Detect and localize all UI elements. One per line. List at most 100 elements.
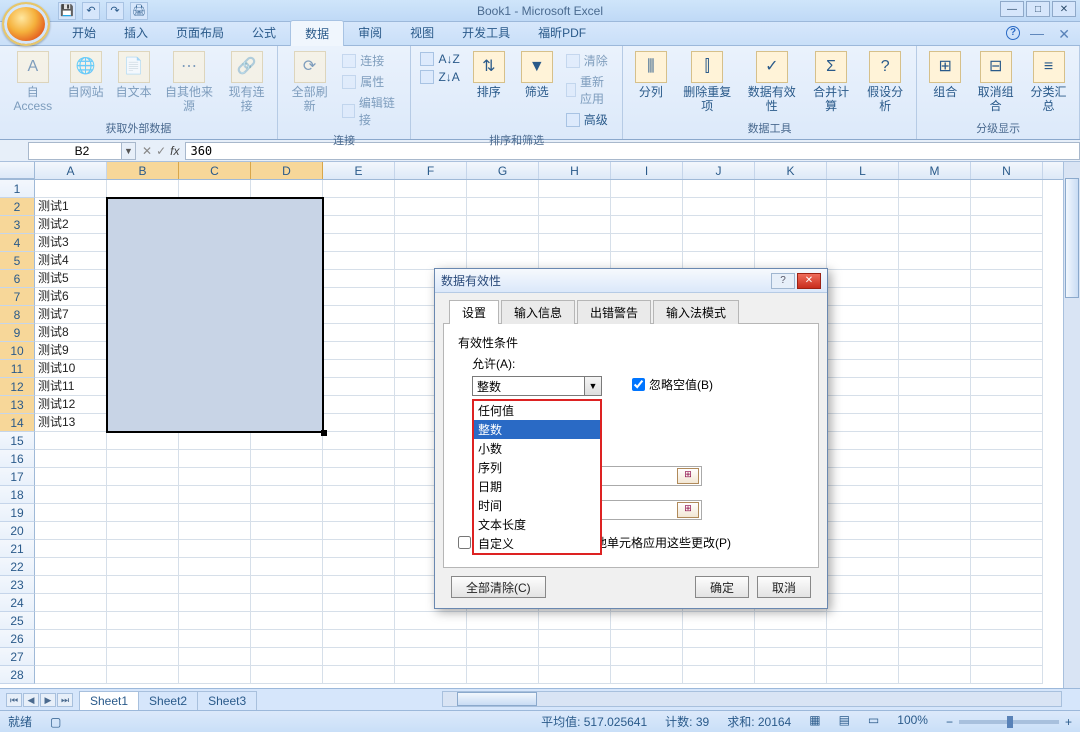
properties-button[interactable]: 属性 (339, 72, 404, 91)
combo-dropdown-icon[interactable]: ▼ (584, 377, 601, 395)
cell[interactable] (323, 486, 395, 504)
cell[interactable] (35, 468, 107, 486)
col-header[interactable]: L (827, 162, 899, 179)
cell[interactable] (611, 198, 683, 216)
cell[interactable] (323, 270, 395, 288)
cell[interactable] (683, 648, 755, 666)
cell[interactable] (755, 630, 827, 648)
row-header[interactable]: 16 (0, 450, 35, 468)
cell[interactable]: 400 (251, 198, 323, 216)
cell[interactable] (827, 198, 899, 216)
cell[interactable] (827, 558, 899, 576)
tab-insert[interactable]: 插入 (110, 20, 162, 45)
cell[interactable]: 721 (179, 360, 251, 378)
cell[interactable] (539, 216, 611, 234)
cell[interactable] (971, 360, 1043, 378)
cell[interactable] (251, 666, 323, 684)
cell[interactable] (611, 612, 683, 630)
cell[interactable] (971, 576, 1043, 594)
sort-az-button[interactable]: A↓Z (417, 51, 462, 67)
row-header[interactable]: 27 (0, 648, 35, 666)
clear-all-button[interactable]: 全部清除(C) (451, 576, 546, 598)
cell[interactable] (323, 504, 395, 522)
cell[interactable] (107, 504, 179, 522)
cell[interactable] (107, 180, 179, 198)
zoom-slider[interactable]: −+ (946, 713, 1072, 730)
cell[interactable] (323, 342, 395, 360)
cell[interactable] (467, 216, 539, 234)
cell[interactable] (683, 666, 755, 684)
row-header[interactable]: 2 (0, 198, 35, 216)
cell[interactable] (35, 504, 107, 522)
cell[interactable] (827, 288, 899, 306)
remove-dup-button[interactable]: ⫿删除重复项 (677, 49, 738, 116)
cell[interactable]: 测试13 (35, 414, 107, 432)
cell[interactable] (107, 468, 179, 486)
cell[interactable] (35, 648, 107, 666)
dropdown-option[interactable]: 日期 (474, 477, 600, 496)
clear-filter-button[interactable]: 清除 (563, 51, 616, 70)
cell[interactable] (467, 630, 539, 648)
cell[interactable] (827, 306, 899, 324)
cell[interactable] (683, 234, 755, 252)
cell[interactable]: 360 (107, 234, 179, 252)
cell[interactable] (107, 486, 179, 504)
cell[interactable] (395, 180, 467, 198)
cell[interactable]: 721 (179, 378, 251, 396)
scrollbar-thumb[interactable] (1065, 178, 1079, 298)
cell[interactable] (179, 540, 251, 558)
cell[interactable]: 测试5 (35, 270, 107, 288)
cell[interactable]: 360 (107, 306, 179, 324)
col-header[interactable]: C (179, 162, 251, 179)
vertical-scrollbar[interactable] (1063, 162, 1080, 688)
cell[interactable] (827, 612, 899, 630)
row-header[interactable]: 26 (0, 630, 35, 648)
row-header[interactable]: 14 (0, 414, 35, 432)
namebox-dropdown-icon[interactable]: ▼ (121, 143, 135, 159)
from-web-button[interactable]: 🌐自网站 (64, 49, 108, 101)
dropdown-option[interactable]: 任何值 (474, 401, 600, 420)
cell[interactable] (971, 234, 1043, 252)
cell[interactable] (899, 630, 971, 648)
cell[interactable] (323, 540, 395, 558)
row-header[interactable]: 10 (0, 342, 35, 360)
col-header[interactable]: I (611, 162, 683, 179)
accept-formula-icon[interactable]: ✓ (156, 144, 166, 158)
cell[interactable] (251, 486, 323, 504)
sheet-nav-prev-icon[interactable]: ◀ (23, 693, 39, 707)
advanced-filter-button[interactable]: 高级 (563, 110, 616, 129)
cell[interactable]: 测试10 (35, 360, 107, 378)
cell[interactable] (395, 234, 467, 252)
cell[interactable] (971, 342, 1043, 360)
sheet-tab[interactable]: Sheet1 (79, 691, 139, 710)
cell[interactable]: 721 (179, 324, 251, 342)
cell[interactable]: 520 (107, 342, 179, 360)
cell[interactable] (107, 450, 179, 468)
cell[interactable] (899, 612, 971, 630)
cell[interactable] (179, 612, 251, 630)
cell[interactable] (35, 432, 107, 450)
row-header[interactable]: 15 (0, 432, 35, 450)
row-header[interactable]: 3 (0, 216, 35, 234)
cell[interactable] (827, 432, 899, 450)
minimize-button[interactable]: — (1000, 1, 1024, 17)
cell[interactable] (395, 666, 467, 684)
cell[interactable] (323, 630, 395, 648)
sheet-tab[interactable]: Sheet3 (197, 691, 257, 710)
cell[interactable] (179, 180, 251, 198)
from-access-button[interactable]: A自 Access (6, 49, 60, 116)
redo-icon[interactable]: ↷ (106, 2, 124, 20)
cell[interactable] (755, 648, 827, 666)
cell[interactable]: 721 (179, 396, 251, 414)
cell[interactable] (971, 486, 1043, 504)
apply-all-input[interactable] (458, 536, 471, 549)
cell[interactable] (107, 594, 179, 612)
cell[interactable] (35, 180, 107, 198)
cell[interactable] (827, 396, 899, 414)
cell[interactable] (251, 522, 323, 540)
row-header[interactable]: 28 (0, 666, 35, 684)
cell[interactable] (971, 648, 1043, 666)
cell[interactable] (899, 216, 971, 234)
cell[interactable]: 453 (251, 306, 323, 324)
cell[interactable] (323, 648, 395, 666)
